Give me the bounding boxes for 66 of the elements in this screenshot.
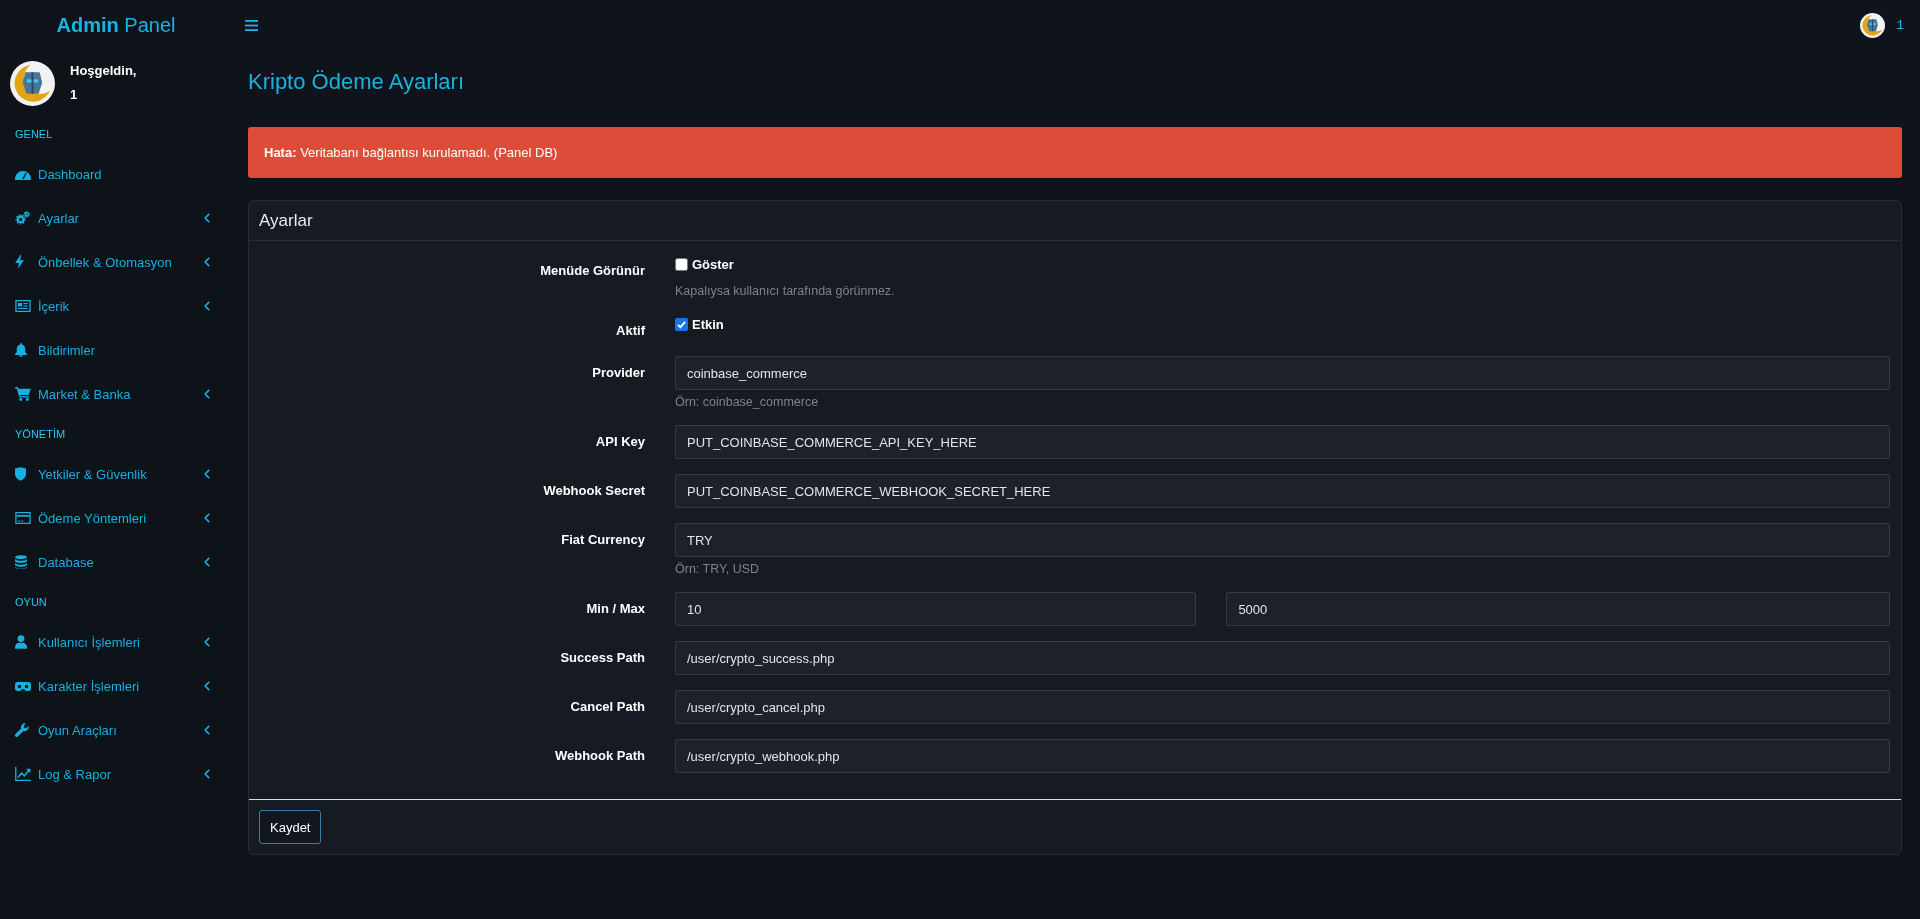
text-field[interactable]: PUT_COINBASE_COMMERCE_WEBHOOK_SECRET_HERE	[675, 474, 1890, 508]
help-text: Kapalıysa kullanıcı tarafında görünmez.	[675, 283, 896, 299]
field-label: Cancel Path	[570, 698, 645, 716]
section-heading: OYUN	[15, 596, 47, 608]
text-field[interactable]: TRY	[675, 523, 1890, 557]
section-heading: GENEL	[15, 128, 53, 140]
text-field[interactable]: /user/crypto_cancel.php	[675, 690, 1890, 724]
cart-icon	[15, 387, 31, 401]
sidebar-item[interactable]: Dashboard	[0, 152, 232, 196]
help-text: Örn: TRY, USD	[675, 561, 761, 577]
avatar-icon	[1860, 12, 1886, 38]
menu-icon[interactable]	[245, 19, 258, 31]
sidebar-item[interactable]: Yetkiler & Güvenlik	[0, 452, 232, 496]
text-field[interactable]: coinbase_commerce	[675, 356, 1890, 390]
field-label: Webhook Path	[554, 747, 645, 765]
sidebar-item[interactable]: Kullanıcı İşlemleri	[0, 620, 232, 664]
newspaper-icon	[15, 300, 31, 312]
text-field[interactable]: /user/crypto_success.php	[675, 641, 1890, 675]
field-label: Provider	[592, 364, 645, 382]
credit-card-icon	[15, 512, 31, 524]
checkbox[interactable]	[675, 257, 688, 271]
field-label: Aktif	[616, 322, 645, 340]
sidebar-item[interactable]: Karakter İşlemleri	[0, 664, 232, 708]
text-field[interactable]: /user/crypto_webhook.php	[675, 739, 1890, 773]
field-label: Min / Max	[586, 600, 645, 618]
section-heading: YÖNETİM	[15, 428, 66, 440]
card-title: Ayarlar	[259, 210, 313, 231]
gauge-icon	[15, 168, 31, 180]
sidebar-item[interactable]: Log & Rapor	[0, 752, 232, 796]
brand-title[interactable]: Admin Panel	[56, 13, 176, 37]
sidebar-item[interactable]: Ayarlar	[0, 196, 232, 240]
sidebar-item[interactable]: Oyun Araçları	[0, 708, 232, 752]
gears-icon	[15, 211, 30, 225]
sidebar-item[interactable]: Bildirimler	[0, 328, 232, 372]
sidebar-item[interactable]: Önbellek & Otomasyon	[0, 240, 232, 284]
sidebar-item[interactable]: Market & Banka	[0, 372, 232, 416]
field-label: Success Path	[560, 649, 645, 667]
user-name: 1	[70, 86, 79, 104]
line-chart-icon	[15, 767, 31, 781]
sidebar-item[interactable]: Ödeme Yöntemleri	[0, 496, 232, 540]
field-label: Fiat Currency	[561, 531, 645, 549]
checkbox-label[interactable]: Göster	[692, 256, 734, 272]
avatar-icon	[10, 60, 55, 106]
field-label: Menüde Görünür	[540, 262, 645, 280]
lightning-icon	[15, 255, 24, 269]
user-name[interactable]: 1	[1896, 17, 1904, 33]
shield-icon	[15, 467, 26, 481]
sidebar-item[interactable]: Database	[0, 540, 232, 584]
text-field[interactable]: PUT_COINBASE_COMMERCE_API_KEY_HERE	[675, 425, 1890, 459]
wrench-icon	[15, 723, 29, 737]
number-field[interactable]: 10	[675, 592, 1197, 626]
field-label: API Key	[595, 433, 645, 451]
sidebar-item[interactable]: İçerik	[0, 284, 232, 328]
mask-icon	[15, 681, 31, 691]
bell-icon	[15, 343, 27, 357]
help-text: Örn: coinbase_commerce	[675, 394, 820, 410]
database-icon	[15, 555, 27, 569]
field-label: Webhook Secret	[543, 482, 645, 500]
save-button[interactable]: Kaydet	[259, 810, 322, 844]
error-alert: Hata: Veritabanı bağlantısı kurulamadı. (Panel DB)	[248, 127, 1902, 178]
user-icon	[15, 635, 27, 649]
checkbox-label[interactable]: Etkin	[692, 316, 724, 332]
page-title: Kripto Ödeme Ayarları	[248, 68, 466, 96]
greeting-text: Hoşgeldin,	[70, 62, 137, 80]
number-field[interactable]: 5000	[1226, 592, 1890, 626]
checkbox[interactable]	[675, 317, 688, 331]
